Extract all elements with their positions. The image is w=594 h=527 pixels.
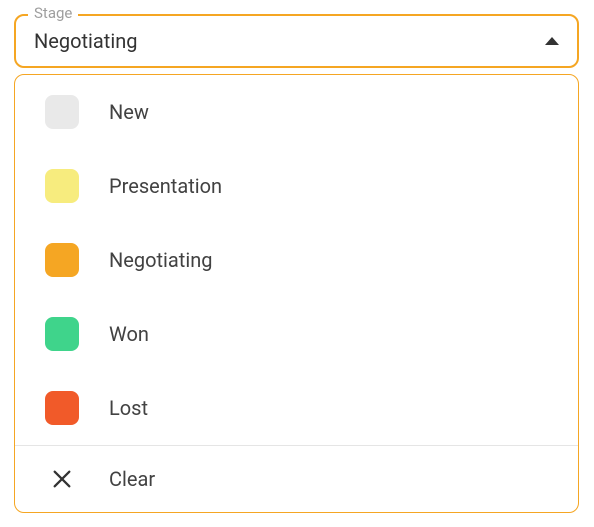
close-icon <box>45 462 79 496</box>
selected-value: Negotiating <box>34 29 137 53</box>
option-won[interactable]: Won <box>15 297 578 371</box>
chevron-up-icon <box>545 37 559 45</box>
option-label: Negotiating <box>109 248 212 272</box>
field-label: Stage <box>28 4 78 22</box>
stage-select: Stage Negotiating New Presentation Negot… <box>14 14 579 513</box>
option-label: Clear <box>109 467 155 491</box>
option-lost[interactable]: Lost <box>15 371 578 445</box>
stage-select-trigger[interactable]: Negotiating <box>14 14 579 68</box>
color-swatch-icon <box>45 243 79 277</box>
color-swatch-icon <box>45 317 79 351</box>
color-swatch-icon <box>45 391 79 425</box>
option-new[interactable]: New <box>15 75 578 149</box>
stage-dropdown-panel: New Presentation Negotiating Won Lost <box>14 74 579 513</box>
option-label: Presentation <box>109 174 222 198</box>
color-swatch-icon <box>45 95 79 129</box>
option-label: Lost <box>109 396 148 420</box>
option-label: Won <box>109 322 149 346</box>
option-presentation[interactable]: Presentation <box>15 149 578 223</box>
color-swatch-icon <box>45 169 79 203</box>
option-label: New <box>109 100 149 124</box>
option-clear[interactable]: Clear <box>15 446 578 512</box>
option-negotiating[interactable]: Negotiating <box>15 223 578 297</box>
